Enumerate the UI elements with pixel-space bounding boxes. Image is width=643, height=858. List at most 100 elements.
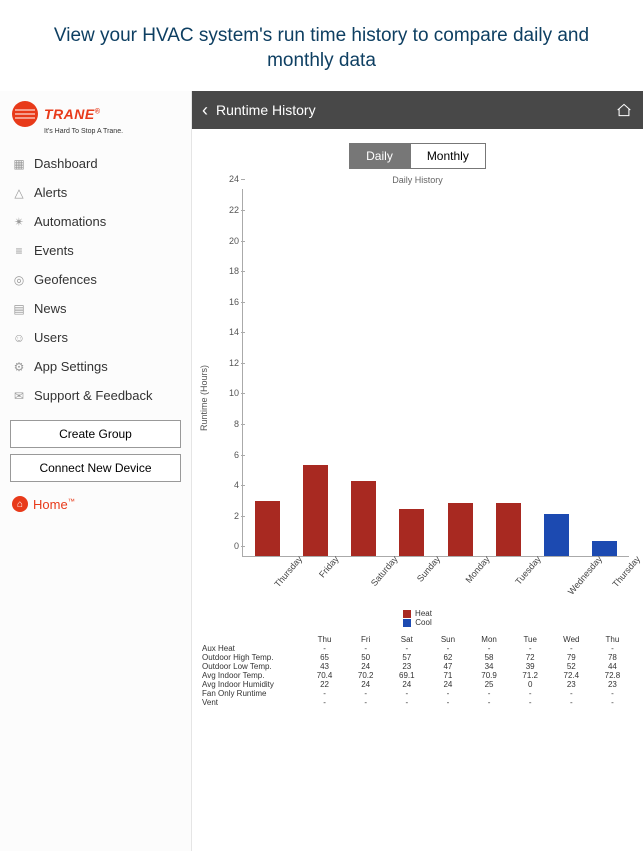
y-tick: 16	[213, 297, 239, 307]
sidebar-item-events[interactable]: ≡Events	[0, 236, 191, 265]
topbar: ‹ Runtime History	[192, 91, 643, 129]
sidebar-item-automations[interactable]: ✴Automations	[0, 207, 191, 236]
y-tick: 12	[213, 358, 239, 368]
table-cell: 57	[386, 653, 427, 662]
x-tick-label: Friday	[317, 554, 341, 580]
table-cell: -	[304, 689, 345, 698]
table-cell: -	[304, 698, 345, 707]
y-tick: 6	[213, 450, 239, 460]
sidebar-item-label: Alerts	[34, 185, 67, 200]
x-tick-label: Thursday	[273, 554, 305, 589]
table-cell: 71	[427, 671, 468, 680]
table-row: Aux Heat--------	[202, 644, 633, 653]
sidebar-item-label: Support & Feedback	[34, 388, 153, 403]
chart-plot: 024681012141618202224ThursdayFridaySatur…	[242, 189, 629, 557]
y-tick: 8	[213, 419, 239, 429]
y-tick: 14	[213, 327, 239, 337]
table-cell: 70.2	[345, 671, 386, 680]
home-outline-icon[interactable]	[615, 103, 633, 117]
table-cell: -	[386, 698, 427, 707]
nav-icon: ▤	[12, 302, 26, 316]
legend-heat-label: Heat	[415, 609, 432, 618]
home-icon: ⌂	[12, 496, 28, 512]
table-cell: 70.9	[469, 671, 510, 680]
home-link[interactable]: ⌂ Home™	[0, 482, 191, 526]
sidebar-item-dashboard[interactable]: ▦ Dashboard	[0, 149, 191, 178]
table-row: Fan Only Runtime--------	[202, 689, 633, 698]
table-cell: -	[345, 698, 386, 707]
table-cell: 52	[551, 662, 592, 671]
table-cell: 23	[386, 662, 427, 671]
sidebar-item-geofences[interactable]: ◎Geofences	[0, 265, 191, 294]
legend-heat-swatch	[403, 610, 411, 618]
bar-heat	[303, 465, 328, 557]
table-cell: 24	[345, 680, 386, 689]
table-cell: 72.8	[592, 671, 633, 680]
sidebar-item-support-feedback[interactable]: ✉Support & Feedback	[0, 381, 191, 410]
app-frame: TRANE® It's Hard To Stop A Trane. ▦Dashb…	[0, 91, 643, 851]
table-cell: -	[592, 698, 633, 707]
table-cell: 71.2	[510, 671, 551, 680]
table-cell: -	[345, 644, 386, 653]
table-cell: -	[592, 644, 633, 653]
table-cell: 58	[469, 653, 510, 662]
nav-icon: ◎	[12, 273, 26, 287]
table-cell: 22	[304, 680, 345, 689]
y-tick: 18	[213, 266, 239, 276]
home-label: Home™	[33, 497, 75, 512]
sidebar-item-label: Dashboard	[34, 156, 98, 171]
period-toggle: Daily Monthly	[192, 143, 643, 169]
table-cell: 34	[469, 662, 510, 671]
sidebar-item-alerts[interactable]: △ Alerts	[0, 178, 191, 207]
table-cell: 79	[551, 653, 592, 662]
sidebar-item-label: News	[34, 301, 67, 316]
x-tick-label: Monday	[464, 554, 492, 585]
table-cell: -	[551, 698, 592, 707]
nav-icon: ✴	[12, 215, 26, 229]
sidebar-item-label: Events	[34, 243, 74, 258]
page-title: Runtime History	[216, 102, 316, 118]
tab-monthly[interactable]: Monthly	[410, 143, 486, 169]
bar-heat	[496, 503, 521, 557]
tab-daily[interactable]: Daily	[349, 143, 410, 169]
table-header: Sun	[427, 635, 468, 644]
x-tick-label: Thursday	[611, 554, 643, 589]
table-cell: -	[304, 644, 345, 653]
table-header: Mon	[469, 635, 510, 644]
table-header: Thu	[592, 635, 633, 644]
sidebar-item-label: Users	[34, 330, 68, 345]
table-row: Avg Indoor Humidity222424242502323	[202, 680, 633, 689]
table-cell: -	[345, 689, 386, 698]
table-cell: 25	[469, 680, 510, 689]
create-group-button[interactable]: Create Group	[10, 420, 181, 448]
table-header: Tue	[510, 635, 551, 644]
y-tick: 10	[213, 388, 239, 398]
chart-area: Runtime (Hours) 024681012141618202224Thu…	[202, 189, 633, 607]
row-label: Vent	[202, 698, 304, 707]
bar-heat	[351, 481, 376, 556]
sidebar-item-users[interactable]: ☺Users	[0, 323, 191, 352]
table-cell: 50	[345, 653, 386, 662]
table-header: Wed	[551, 635, 592, 644]
x-tick-label: Wednesday	[566, 554, 604, 597]
connect-device-button[interactable]: Connect New Device	[10, 454, 181, 482]
row-label: Avg Indoor Temp.	[202, 671, 304, 680]
sidebar-item-app-settings[interactable]: ⚙App Settings	[0, 352, 191, 381]
table-cell: -	[469, 698, 510, 707]
table-cell: -	[386, 644, 427, 653]
table-row: Vent--------	[202, 698, 633, 707]
nav-list: ▦ Dashboard △ Alerts ✴Automations≡Events◎Geo…	[0, 149, 191, 410]
nav-icon: △	[12, 186, 26, 200]
row-label: Avg Indoor Humidity	[202, 680, 304, 689]
y-tick: 4	[213, 480, 239, 490]
table-cell: -	[551, 689, 592, 698]
nav-icon: ▦	[12, 157, 26, 171]
table-cell: -	[469, 689, 510, 698]
sidebar-item-news[interactable]: ▤ News	[0, 294, 191, 323]
table-row: Avg Indoor Temp.70.470.269.17170.971.272…	[202, 671, 633, 680]
bar-heat	[255, 501, 280, 556]
table-cell: -	[427, 644, 468, 653]
back-icon[interactable]: ‹	[202, 100, 208, 121]
row-label: Outdoor Low Temp.	[202, 662, 304, 671]
main-panel: ‹ Runtime History Daily Monthly Daily Hi…	[192, 91, 643, 851]
